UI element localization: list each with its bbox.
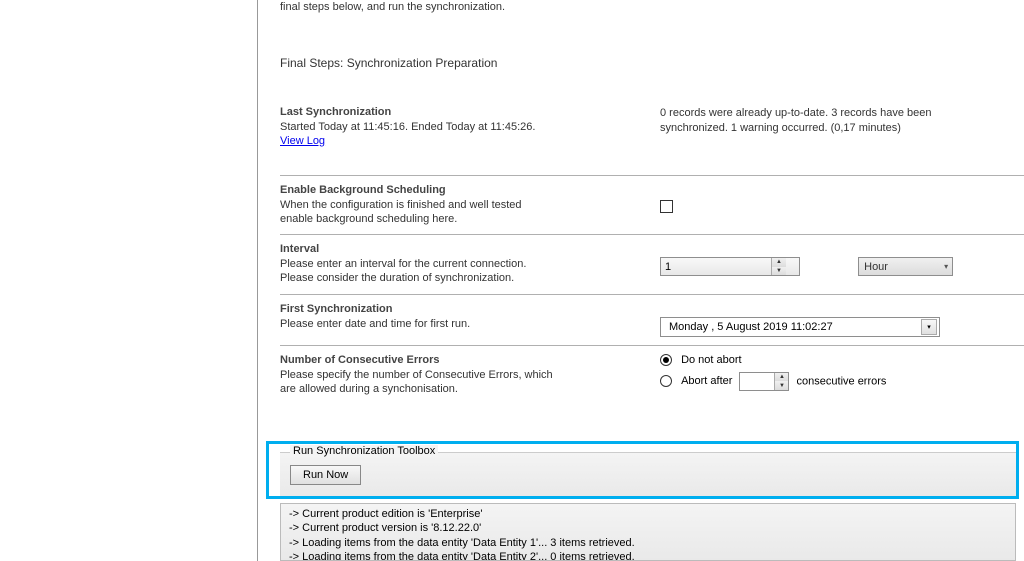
log-line: -> Current product version is '8.12.22.0…: [289, 521, 1007, 535]
log-line: -> Current product edition is 'Enterpris…: [289, 507, 1007, 521]
bg-sched-left: Enable Background Scheduling When the co…: [280, 184, 660, 227]
interval-unit-value: Hour: [864, 261, 888, 273]
first-sync-right: Monday , 5 August 2019 11:02:27 ▾: [660, 303, 1006, 337]
interval-spinner[interactable]: ▲ ▼: [660, 257, 800, 276]
spin-down-icon[interactable]: ▼: [772, 267, 786, 276]
log-line: -> Loading items from the data entity 'D…: [289, 550, 1007, 561]
log-line: -> Loading items from the data entity 'D…: [289, 536, 1007, 550]
consec-right: Do not abort Abort after ▲ ▼ consecutive…: [660, 354, 1006, 397]
do-not-abort-radio[interactable]: [660, 354, 672, 366]
bg-sched-desc1: When the configuration is finished and w…: [280, 198, 640, 212]
last-sync-heading: Last Synchronization: [280, 106, 640, 118]
bg-sched-section: Enable Background Scheduling When the co…: [262, 176, 1024, 235]
intro-partial-row: final steps below, and run the synchroni…: [262, 0, 1024, 14]
toolbox-group: Run Synchronization Toolbox Run Now: [280, 452, 1016, 496]
interval-left: Interval Please enter an interval for th…: [280, 243, 660, 286]
first-sync-left: First Synchronization Please enter date …: [280, 303, 660, 337]
interval-right: ▲ ▼ Hour ▾: [660, 243, 1006, 286]
consec-desc2: are allowed during a synchonisation.: [280, 382, 640, 396]
interval-section: Interval Please enter an interval for th…: [262, 235, 1024, 294]
spin-btns[interactable]: ▲ ▼: [774, 373, 788, 390]
first-sync-datetime[interactable]: Monday , 5 August 2019 11:02:27 ▾: [660, 317, 940, 337]
first-sync-desc: Please enter date and time for first run…: [280, 317, 640, 331]
left-sidebar: [0, 0, 258, 561]
interval-heading: Interval: [280, 243, 640, 255]
spin-btns[interactable]: ▲ ▼: [771, 258, 786, 275]
abort-after-radio[interactable]: [660, 375, 672, 387]
last-sync-right: 0 records were already up-to-date. 3 rec…: [660, 106, 1006, 146]
consec-left: Number of Consecutive Errors Please spec…: [280, 354, 660, 397]
last-sync-summary: 0 records were already up-to-date. 3 rec…: [660, 106, 950, 135]
interval-desc1: Please enter an interval for the current…: [280, 257, 640, 271]
spin-down-icon[interactable]: ▼: [775, 381, 788, 390]
abort-after-input[interactable]: [740, 373, 774, 390]
datetime-value: Monday , 5 August 2019 11:02:27: [669, 321, 833, 333]
consec-opt2-row: Abort after ▲ ▼ consecutive errors: [660, 372, 1006, 391]
log-output: -> Current product edition is 'Enterpris…: [280, 503, 1016, 561]
chevron-down-icon: ▾: [944, 262, 948, 271]
bg-sched-heading: Enable Background Scheduling: [280, 184, 640, 196]
intro-text: final steps below, and run the synchroni…: [280, 0, 1006, 14]
do-not-abort-label: Do not abort: [681, 354, 742, 366]
main-content: final steps below, and run the synchroni…: [262, 0, 1024, 561]
interval-unit-select[interactable]: Hour ▾: [858, 257, 953, 276]
last-sync-section: Last Synchronization Started Today at 11…: [262, 90, 1024, 174]
interval-input[interactable]: [661, 258, 771, 275]
first-sync-section: First Synchronization Please enter date …: [262, 295, 1024, 345]
spin-up-icon[interactable]: ▲: [772, 258, 786, 267]
consec-opt1-row: Do not abort: [660, 354, 1006, 366]
abort-after-label-pre: Abort after: [681, 375, 732, 387]
bg-sched-desc2: enable background scheduling here.: [280, 212, 640, 226]
abort-after-label-post: consecutive errors: [797, 375, 887, 387]
abort-after-spinner[interactable]: ▲ ▼: [739, 372, 789, 391]
first-sync-heading: First Synchronization: [280, 303, 640, 315]
toolbox-legend: Run Synchronization Toolbox: [290, 445, 438, 457]
view-log-link[interactable]: View Log: [280, 135, 325, 147]
last-sync-status: Started Today at 11:45:16. Ended Today a…: [280, 120, 640, 134]
calendar-dropdown-icon[interactable]: ▾: [921, 319, 937, 335]
bg-sched-right: [660, 184, 1006, 227]
spin-up-icon[interactable]: ▲: [775, 373, 788, 382]
consec-desc1: Please specify the number of Consecutive…: [280, 368, 640, 382]
final-steps-heading: Final Steps: Synchronization Preparation: [280, 56, 1006, 70]
last-sync-left: Last Synchronization Started Today at 11…: [280, 106, 660, 146]
consec-errors-section: Number of Consecutive Errors Please spec…: [262, 346, 1024, 413]
bg-sched-checkbox[interactable]: [660, 200, 673, 213]
consec-heading: Number of Consecutive Errors: [280, 354, 640, 366]
final-steps-row: Final Steps: Synchronization Preparation: [262, 14, 1024, 90]
interval-desc2: Please consider the duration of synchron…: [280, 271, 640, 285]
run-now-button[interactable]: Run Now: [290, 465, 361, 485]
